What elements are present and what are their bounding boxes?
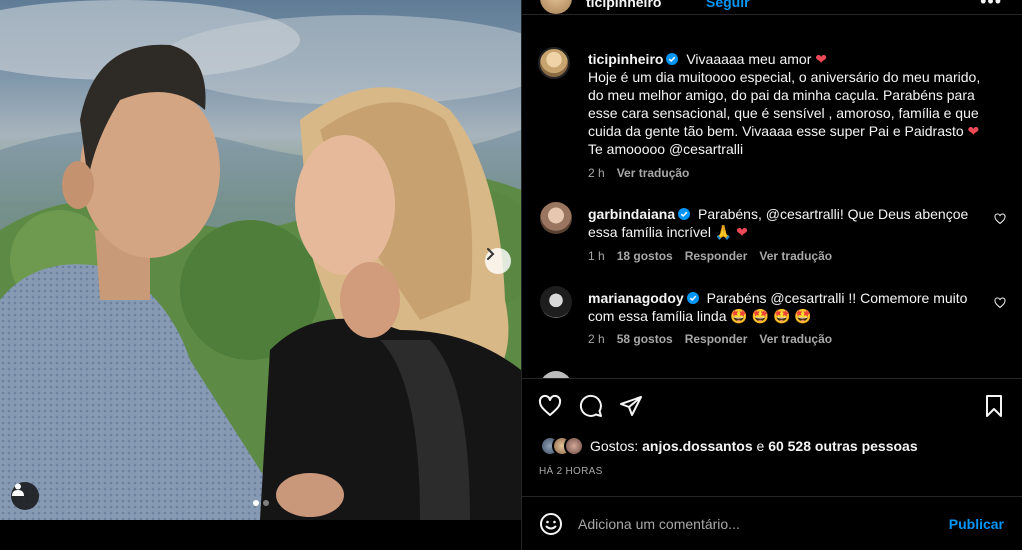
comment-username[interactable]: garbindaiana (588, 206, 675, 222)
verified-badge-icon (666, 53, 679, 65)
caption-time[interactable]: 2 h (588, 166, 605, 180)
caption-first-line: Vivaaaaa meu amor (686, 51, 812, 67)
comment-meta: 2 h 58 gostos Responder Ver tradução (588, 332, 832, 346)
comment-input[interactable] (578, 513, 938, 535)
translate-button[interactable]: Ver tradução (617, 166, 690, 180)
red-heart-icon: ❤ (736, 224, 748, 240)
caption-text: ticipinheiro Vivaaaaa meu amor ❤ Hoje é … (588, 50, 988, 158)
user-icon (12, 483, 24, 496)
likes-summary[interactable]: Gostos: anjos.dossantos e 60 528 outras … (540, 435, 918, 457)
avatar[interactable] (538, 47, 570, 79)
photo-bottom-strip (0, 520, 521, 550)
translate-button[interactable]: Ver tradução (759, 249, 832, 263)
caption-body: Hoje é um dia muitoooo especial, o anive… (588, 69, 981, 139)
chevron-right-icon (487, 248, 495, 260)
likes-text: Gostos: anjos.dossantos e 60 528 outras … (590, 438, 918, 454)
reply-button[interactable]: Responder (685, 332, 748, 346)
comment-time[interactable]: 2 h (588, 332, 605, 346)
reply-button[interactable]: Responder (685, 249, 748, 263)
more-options-icon[interactable]: ••• (980, 0, 1002, 12)
comments-section[interactable]: ticipinheiro Vivaaaaa meu amor ❤ Hoje é … (522, 14, 1022, 378)
add-comment-row: Publicar (522, 496, 1022, 550)
avatar[interactable] (540, 286, 572, 318)
carousel-dot (252, 500, 259, 506)
carousel-next-button[interactable] (485, 248, 511, 274)
publish-button[interactable]: Publicar (949, 516, 1004, 532)
post-header: ticipinheiro Seguir ••• (522, 0, 1022, 14)
carousel-indicator (0, 500, 521, 506)
likes-others[interactable]: 60 528 outras pessoas (768, 438, 917, 454)
post-timestamp[interactable]: HÁ 2 HORAS (539, 466, 603, 477)
comment-username[interactable]: marianagodoy (588, 290, 684, 306)
caption-closing: Te amooooo @cesartralli (588, 141, 744, 157)
avatar (564, 436, 584, 456)
comment-meta: 1 h 18 gostos Responder Ver tradução (588, 249, 832, 263)
comment-text: garbindaiana Parabéns, @cesartralli! Que… (588, 205, 978, 241)
carousel-dot (262, 500, 269, 506)
post-details-panel: ticipinheiro Seguir ••• ticipinheiro Viv… (521, 0, 1022, 550)
verified-badge-icon (678, 208, 691, 220)
heart-outline-icon[interactable] (994, 297, 1006, 309)
header-username[interactable]: ticipinheiro (586, 0, 661, 10)
translate-button[interactable]: Ver tradução (759, 332, 832, 346)
heart-icon[interactable] (538, 394, 562, 418)
red-heart-icon: ❤ (967, 123, 980, 139)
comment-likes[interactable]: 58 gostos (617, 332, 673, 346)
comment-time[interactable]: 1 h (588, 249, 605, 263)
likes-prefix: Gostos: (590, 438, 639, 454)
red-heart-icon: ❤ (815, 51, 828, 67)
comment-likes[interactable]: 18 gostos (617, 249, 673, 263)
likes-connector: e (756, 438, 765, 454)
avatar[interactable] (540, 0, 572, 14)
avatar[interactable] (540, 371, 572, 378)
caption-username[interactable]: ticipinheiro (588, 51, 663, 67)
post-photo (0, 0, 521, 520)
comment-text: marianagodoy Parabéns @cesartralli !! Co… (588, 289, 978, 325)
comment-icon[interactable] (579, 394, 603, 418)
likes-first-user[interactable]: anjos.dossantos (642, 438, 752, 454)
share-icon[interactable] (619, 394, 643, 418)
post-actions (522, 378, 1022, 430)
follow-button[interactable]: Seguir (706, 0, 750, 10)
post-photo-illustration (0, 0, 521, 520)
bookmark-icon[interactable] (982, 394, 1006, 418)
heart-outline-icon[interactable] (994, 213, 1006, 225)
verified-badge-icon (686, 292, 699, 304)
caption-meta: 2 h Ver tradução (588, 166, 689, 180)
emoji-icon[interactable] (539, 512, 563, 536)
avatar[interactable] (540, 202, 572, 234)
